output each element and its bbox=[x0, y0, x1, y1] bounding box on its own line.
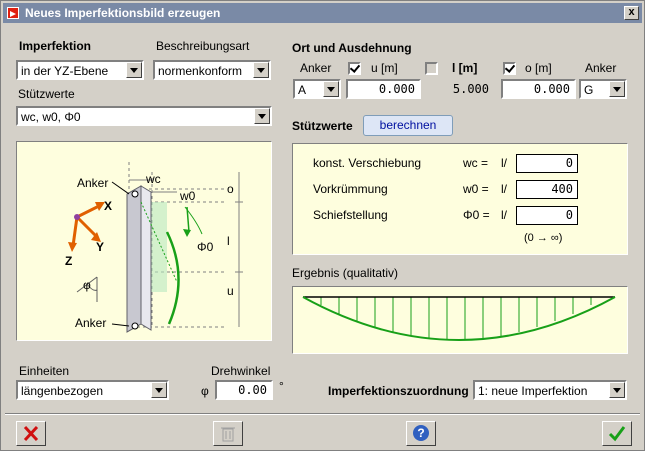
anker-left-label: Anker bbox=[300, 61, 332, 75]
beschreibungsart-value: normenkonform bbox=[158, 64, 243, 78]
u-label: u [m] bbox=[371, 61, 398, 75]
ergebnis-title: Ergebnis (qualitativ) bbox=[292, 266, 399, 280]
einheiten-label: Einheiten bbox=[19, 364, 70, 378]
stuetzwert-label-wc: konst. Verschiebung bbox=[313, 156, 422, 170]
stuetzwert-symbol-w0: w0 = bbox=[463, 182, 489, 196]
o-checkbox[interactable] bbox=[503, 62, 516, 75]
window-title: Neues Imperfektionsbild erzeugen bbox=[25, 6, 221, 20]
stuetzwerte-select[interactable]: wc, w0, Φ0 bbox=[16, 106, 272, 126]
x-axis-label: X bbox=[104, 199, 113, 213]
stuetzwerte-panel: konst. Verschiebung wc = l/ 0 Vorkrümmun… bbox=[292, 143, 628, 255]
separator bbox=[5, 413, 640, 415]
phi0-input[interactable]: 0 bbox=[516, 206, 578, 225]
red-x-icon bbox=[23, 425, 39, 442]
close-button[interactable]: x bbox=[624, 6, 639, 20]
drehwinkel-label: Drehwinkel bbox=[211, 364, 271, 378]
drehwinkel-unit: ° bbox=[279, 379, 284, 393]
u-label: u bbox=[227, 284, 234, 298]
chevron-down-icon[interactable] bbox=[151, 382, 167, 398]
help-icon: ? bbox=[413, 425, 429, 441]
svg-text:?: ? bbox=[417, 426, 424, 440]
anker-right-label: Anker bbox=[585, 61, 617, 75]
phi0-label: Φ0 bbox=[197, 240, 214, 254]
o-label: o [m] bbox=[525, 61, 552, 75]
anker-left-select[interactable]: A bbox=[293, 79, 341, 99]
beschreibungsart-label: Beschreibungsart bbox=[156, 39, 250, 53]
einheiten-select[interactable]: längenbezogen bbox=[16, 380, 169, 400]
diagram-svg bbox=[68, 162, 243, 333]
anker-right-select[interactable]: G bbox=[579, 79, 627, 99]
beschreibungsart-select[interactable]: normenkonform bbox=[153, 60, 271, 80]
drehwinkel-input[interactable]: 0.00 bbox=[215, 380, 273, 400]
ergebnis-panel bbox=[292, 286, 628, 354]
w0-input[interactable]: 400 bbox=[516, 180, 578, 199]
anker-bottom-label: Anker bbox=[75, 316, 107, 330]
z-axis-label: Z bbox=[65, 254, 73, 268]
stuetzwerte-label: Stützwerte bbox=[18, 87, 75, 101]
chevron-down-icon[interactable] bbox=[254, 108, 270, 124]
trash-icon bbox=[221, 427, 235, 442]
stuetzwerte-value: wc, w0, Φ0 bbox=[21, 110, 81, 124]
chevron-down-icon[interactable] bbox=[126, 62, 142, 78]
y-axis-label: Y bbox=[96, 240, 105, 254]
einheiten-value: längenbezogen bbox=[21, 384, 104, 398]
phi-label: φ bbox=[83, 278, 91, 292]
ort-title: Ort und Ausdehnung bbox=[292, 41, 412, 55]
chevron-down-icon[interactable] bbox=[323, 81, 339, 97]
infinity-hint: (0 → ∞) bbox=[524, 232, 563, 244]
l-label: l bbox=[227, 234, 230, 248]
wc-input[interactable]: 0 bbox=[516, 154, 578, 173]
help-button[interactable]: ? bbox=[406, 421, 436, 446]
ok-button[interactable] bbox=[602, 421, 632, 446]
u-input[interactable]: 0.000 bbox=[346, 79, 421, 99]
title-bar: Neues Imperfektionsbild erzeugen x bbox=[3, 3, 642, 23]
o-label: o bbox=[227, 182, 234, 196]
stuetzwert-div-w0: l/ bbox=[501, 182, 507, 196]
stuetzwerte-title: Stützwerte bbox=[292, 119, 353, 133]
zuordnung-select[interactable]: 1: neue Imperfektion bbox=[473, 380, 627, 400]
chevron-down-icon[interactable] bbox=[609, 81, 625, 97]
stuetzwert-symbol-wc: wc = bbox=[463, 156, 489, 170]
imperfektion-value: in der YZ-Ebene bbox=[21, 64, 109, 78]
delete-button[interactable] bbox=[213, 421, 243, 446]
app-icon bbox=[7, 7, 19, 19]
u-checkbox[interactable] bbox=[348, 62, 361, 75]
chevron-down-icon[interactable] bbox=[609, 382, 625, 398]
o-input[interactable]: 0.000 bbox=[501, 79, 576, 99]
stuetzwert-label-phi0: Schiefstellung bbox=[313, 208, 388, 222]
drehwinkel-symbol: φ bbox=[201, 384, 209, 398]
l-checkbox[interactable] bbox=[425, 62, 438, 75]
l-label: l [m] bbox=[452, 61, 478, 75]
stuetzwert-div-phi0: l/ bbox=[501, 208, 507, 222]
zuordnung-value: 1: neue Imperfektion bbox=[478, 384, 588, 398]
stuetzwert-label-w0: Vorkrümmung bbox=[313, 182, 388, 196]
wc-label: wc bbox=[146, 172, 161, 186]
w0-label: w0 bbox=[180, 189, 196, 203]
cancel-button[interactable] bbox=[16, 421, 46, 446]
stuetzwert-symbol-phi0: Φ0 = bbox=[463, 208, 490, 222]
dialog-window: Neues Imperfektionsbild erzeugen x Imper… bbox=[0, 0, 645, 451]
anker-right-value: G bbox=[584, 83, 594, 97]
imperfektion-select[interactable]: in der YZ-Ebene bbox=[16, 60, 144, 80]
l-value: 5.000 bbox=[425, 79, 495, 99]
checkmark-icon bbox=[608, 426, 626, 442]
imperfection-diagram: Anker wc w0 Φ0 o l u X Y Z φ Anker bbox=[16, 141, 272, 341]
ergebnis-curve bbox=[302, 296, 616, 341]
anker-left-value: A bbox=[298, 83, 307, 97]
stuetzwert-div-wc: l/ bbox=[501, 156, 507, 170]
chevron-down-icon[interactable] bbox=[253, 62, 269, 78]
berechnen-button[interactable]: berechnen bbox=[363, 115, 453, 136]
anker-top-label: Anker bbox=[77, 176, 109, 190]
zuordnung-label: Imperfektionszuordnung bbox=[328, 384, 469, 398]
imperfektion-label: Imperfektion bbox=[19, 39, 92, 53]
